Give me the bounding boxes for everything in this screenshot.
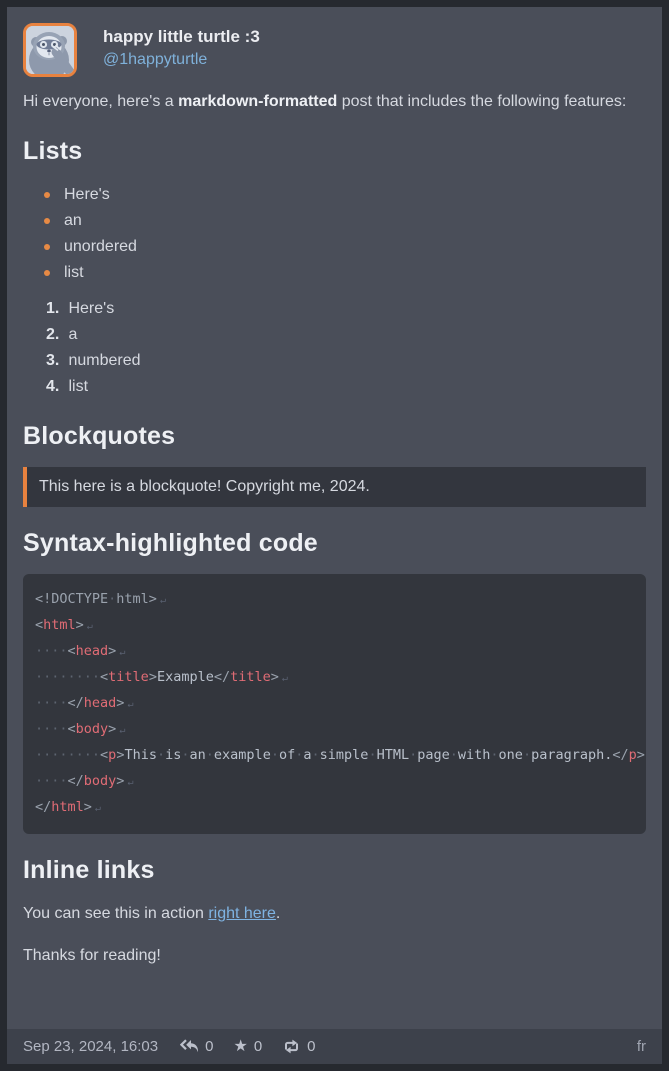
list-number: 2. <box>46 322 64 348</box>
intro-text-before: Hi everyone, here's a <box>23 93 178 110</box>
link-text-after: . <box>276 905 280 922</box>
list-item: 3. numbered <box>23 348 646 374</box>
author-display-name: happy little turtle :3 <box>103 26 260 48</box>
list-item: unordered <box>23 234 646 260</box>
list-text: numbered <box>68 352 140 369</box>
avatar[interactable] <box>23 23 77 77</box>
language-tag: fr <box>637 1038 646 1055</box>
boost-icon <box>282 1039 301 1054</box>
list-number: 1. <box>46 296 64 322</box>
list-number: 4. <box>46 374 64 400</box>
intro-paragraph: Hi everyone, here's a markdown-formatted… <box>23 89 646 115</box>
intro-text-after: post that includes the following feature… <box>337 93 626 110</box>
heading-code: Syntax-highlighted code <box>23 529 646 558</box>
list-number: 3. <box>46 348 64 374</box>
heading-inline-links: Inline links <box>23 856 646 885</box>
author-names: happy little turtle :3 @1happyturtle <box>103 23 260 73</box>
link-text-before: You can see this in action <box>23 905 208 922</box>
list-item: Here's <box>23 182 646 208</box>
links-paragraph: You can see this in action right here. <box>23 901 646 927</box>
list-item: 1. Here's <box>23 296 646 322</box>
post-header: happy little turtle :3 @1happyturtle <box>23 23 646 77</box>
list-text: a <box>68 326 77 343</box>
post-card: happy little turtle :3 @1happyturtle Hi … <box>7 7 662 1064</box>
favorite-count: 0 <box>254 1038 262 1055</box>
heading-lists: Lists <box>23 137 646 166</box>
post-content: happy little turtle :3 @1happyturtle Hi … <box>7 7 662 1029</box>
right-here-link[interactable]: right here <box>208 905 276 922</box>
boost-button[interactable]: 0 <box>282 1038 315 1055</box>
list-item: 4. list <box>23 374 646 400</box>
heading-blockquotes: Blockquotes <box>23 422 646 451</box>
timestamp[interactable]: Sep 23, 2024, 16:03 <box>23 1038 158 1055</box>
list-item: 2. a <box>23 322 646 348</box>
list-text: list <box>68 378 88 395</box>
unordered-list: Here's an unordered list <box>23 182 646 286</box>
boost-count: 0 <box>307 1038 315 1055</box>
blockquote: This here is a blockquote! Copyright me,… <box>23 467 646 507</box>
post-footer: Sep 23, 2024, 16:03 0 ★ 0 0 fr <box>7 1029 662 1064</box>
author-handle[interactable]: @1happyturtle <box>103 48 260 73</box>
star-icon: ★ <box>233 1039 247 1055</box>
favorite-button[interactable]: ★ 0 <box>233 1038 262 1055</box>
ordered-list: 1. Here's 2. a 3. numbered 4. list <box>23 296 646 400</box>
list-text: Here's <box>68 300 114 317</box>
code-block: <!DOCTYPE·html>↵<html>↵····<head>↵······… <box>23 574 646 834</box>
sloth-avatar-image <box>26 26 74 74</box>
list-item: an <box>23 208 646 234</box>
intro-bold-text: markdown-formatted <box>178 93 337 110</box>
outro-paragraph: Thanks for reading! <box>23 943 646 969</box>
reply-button[interactable]: 0 <box>180 1038 213 1055</box>
list-item: list <box>23 260 646 286</box>
reply-count: 0 <box>205 1038 213 1055</box>
reply-icon <box>180 1039 199 1054</box>
